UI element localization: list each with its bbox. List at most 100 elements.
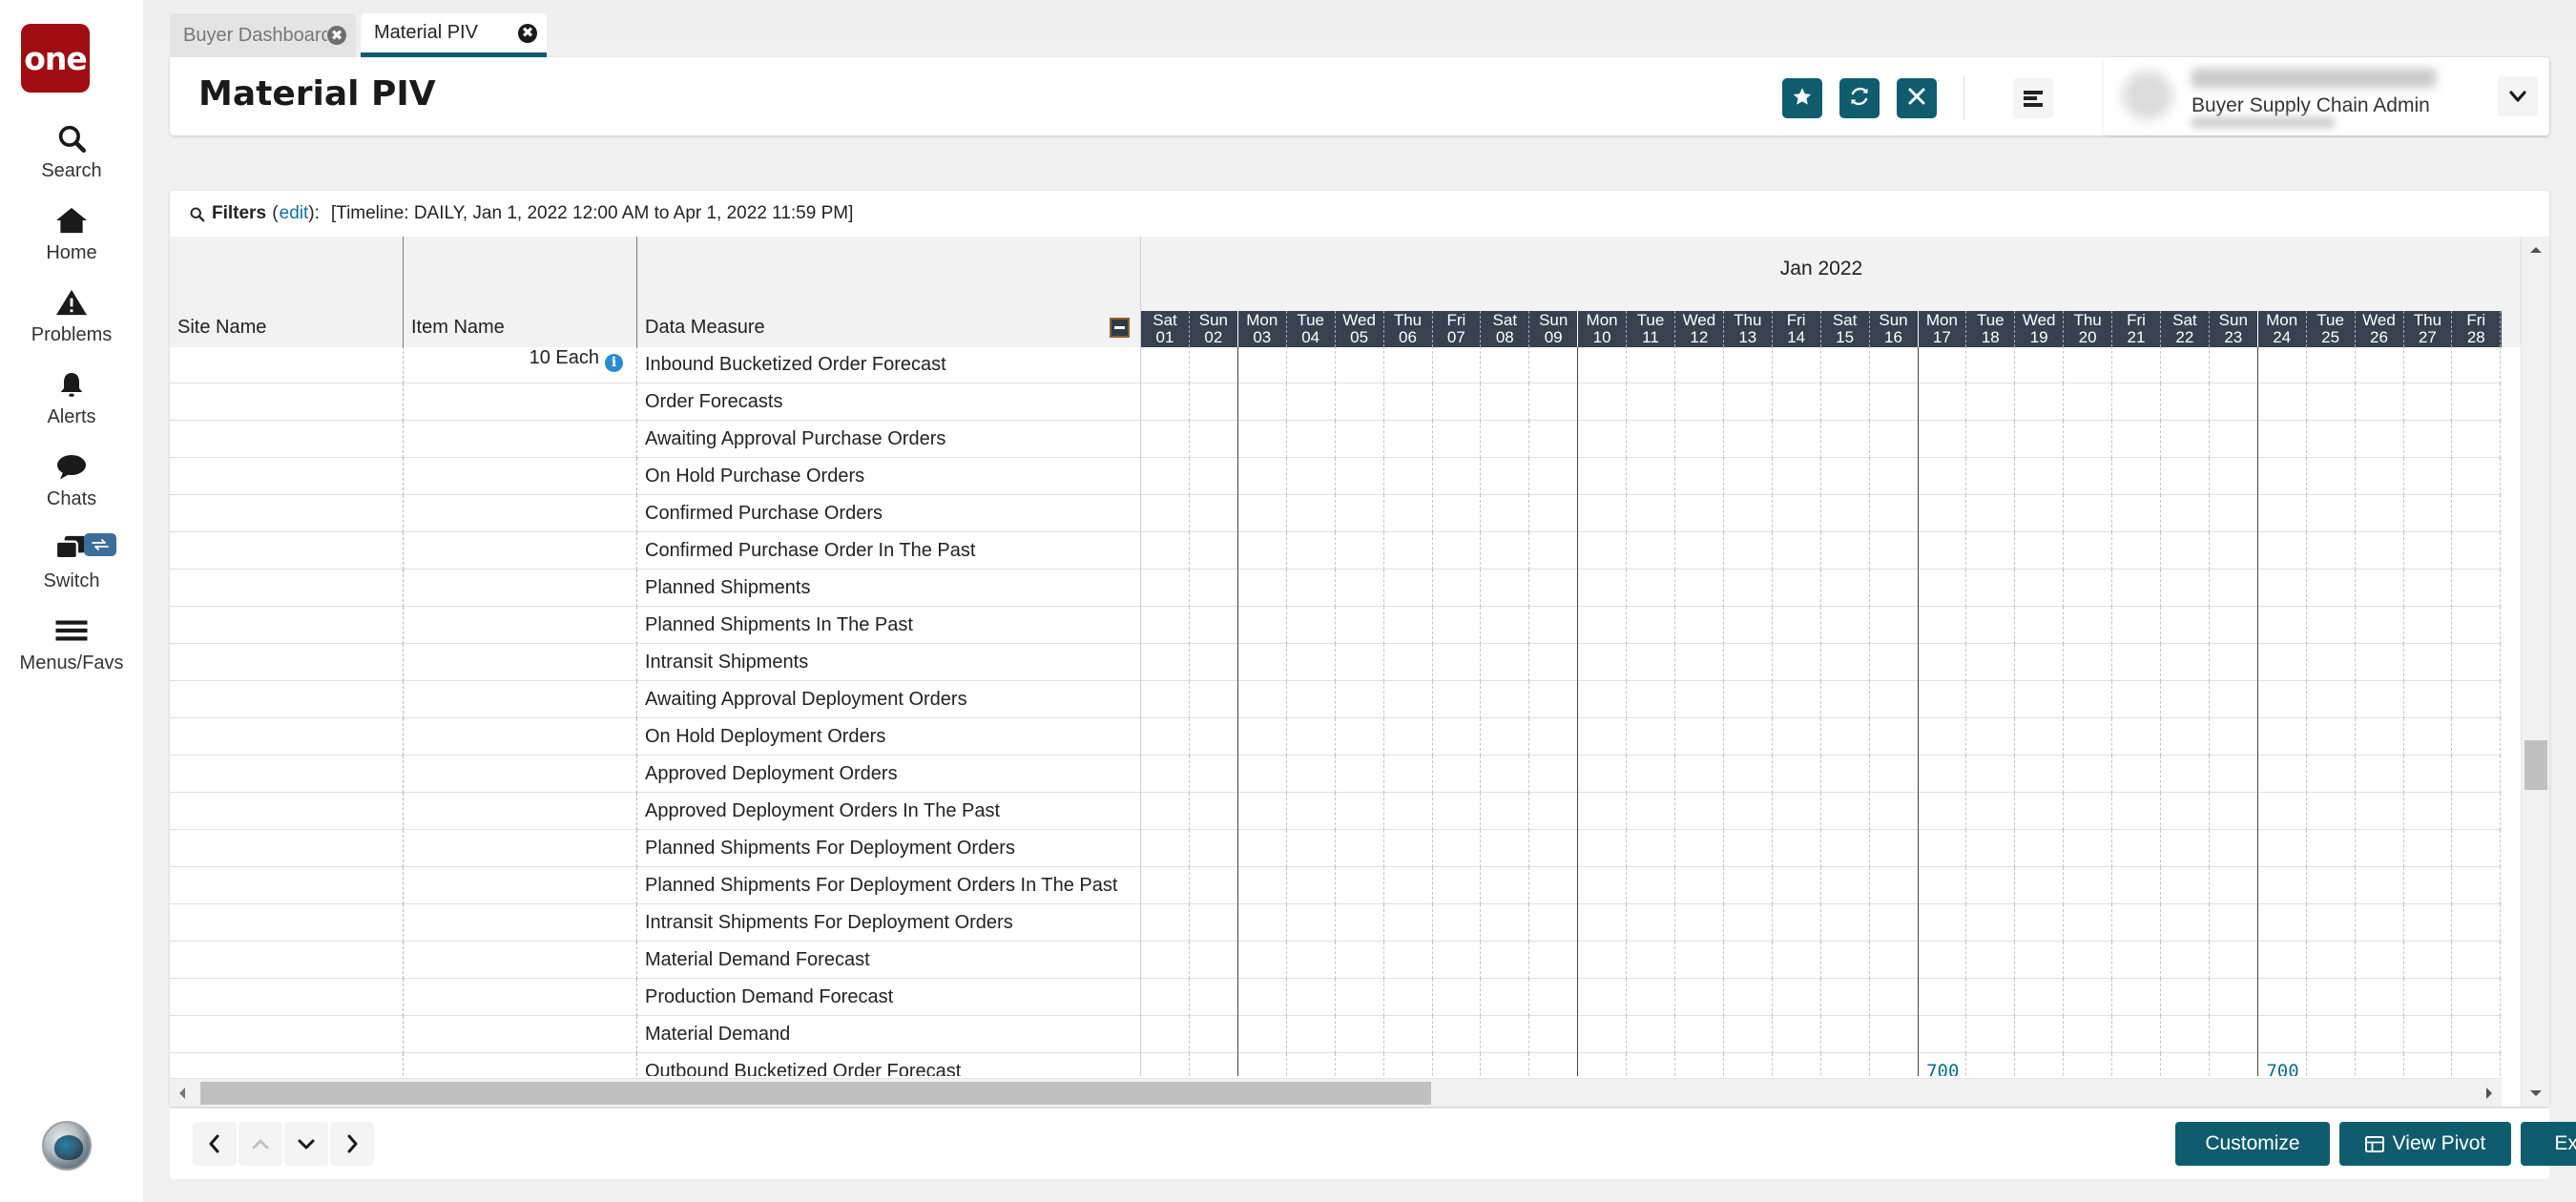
- cell-value[interactable]: [2356, 718, 2404, 756]
- cell-value[interactable]: [2452, 830, 2502, 867]
- cell-value[interactable]: [2112, 1016, 2161, 1053]
- cell-value[interactable]: [1675, 681, 1724, 718]
- table-row[interactable]: Confirmed Purchase Order In The Past: [170, 532, 2502, 570]
- cell-value[interactable]: [2403, 1016, 2453, 1053]
- cell-value[interactable]: [2403, 867, 2453, 904]
- cell-value[interactable]: [1627, 718, 1675, 756]
- cell-value[interactable]: [1384, 1016, 1433, 1053]
- cell-value[interactable]: [2161, 904, 2210, 942]
- cell-value[interactable]: [1384, 607, 1433, 644]
- cell-value[interactable]: [2452, 793, 2502, 830]
- cell-value[interactable]: [1773, 1016, 1821, 1053]
- cell-value[interactable]: [2452, 904, 2502, 942]
- cell-value[interactable]: [1966, 979, 2016, 1016]
- cell-value[interactable]: [1141, 1016, 1190, 1053]
- cell-value[interactable]: [1821, 383, 1870, 421]
- sidebar-item-home[interactable]: Home: [0, 201, 143, 283]
- cell-value[interactable]: [2210, 942, 2258, 979]
- cell-value[interactable]: [1384, 421, 1433, 458]
- cell-value[interactable]: [1918, 904, 1967, 942]
- cell-value[interactable]: [2403, 495, 2453, 532]
- swap-arrows-icon[interactable]: [84, 533, 116, 556]
- table-row[interactable]: Confirmed Purchase Orders: [170, 495, 2502, 532]
- cell-value[interactable]: [2356, 942, 2404, 979]
- day-header-10[interactable]: Mon 10: [1578, 311, 1628, 347]
- cell-value[interactable]: [1190, 681, 1238, 718]
- cell-value[interactable]: [1821, 458, 1870, 495]
- cell-value[interactable]: [2064, 867, 2113, 904]
- cell-value[interactable]: [1724, 942, 1773, 979]
- cell-value[interactable]: [1966, 1053, 2016, 1076]
- cell-value[interactable]: [1238, 867, 1287, 904]
- column-header-data-measure[interactable]: Data Measure: [637, 237, 1141, 347]
- cell-value[interactable]: [1724, 458, 1773, 495]
- cell-value[interactable]: [1773, 942, 1821, 979]
- cell-value[interactable]: [2015, 383, 2065, 421]
- cell-value[interactable]: [2403, 904, 2453, 942]
- cell-value[interactable]: [2452, 495, 2502, 532]
- cell-value[interactable]: [1918, 793, 1967, 830]
- cell-value[interactable]: [1773, 644, 1821, 681]
- cell-value[interactable]: [1773, 979, 1821, 1016]
- cell-value[interactable]: [2161, 1053, 2210, 1076]
- cell-value[interactable]: [2161, 718, 2210, 756]
- cell-value[interactable]: [1384, 979, 1433, 1016]
- cell-value[interactable]: [2112, 347, 2161, 383]
- cell-value[interactable]: [1529, 1016, 1579, 1053]
- sidebar-item-menus-favs[interactable]: Menus/Favs: [0, 611, 143, 694]
- cell-value[interactable]: [1773, 383, 1821, 421]
- cell-value[interactable]: [1627, 495, 1675, 532]
- cell-value[interactable]: [2112, 570, 2161, 607]
- table-row[interactable]: Planned Shipments In The Past: [170, 607, 2502, 644]
- cell-value[interactable]: [1675, 793, 1724, 830]
- cell-value[interactable]: [1966, 904, 2016, 942]
- cell-value[interactable]: [1966, 347, 2016, 383]
- cell-value[interactable]: [1190, 942, 1238, 979]
- cell-value[interactable]: [1627, 1016, 1675, 1053]
- cell-value[interactable]: [1336, 532, 1384, 570]
- user-avatar-rail[interactable]: [42, 1121, 92, 1171]
- cell-value[interactable]: [2015, 495, 2065, 532]
- cell-value[interactable]: [1773, 904, 1821, 942]
- cell-value[interactable]: [2258, 607, 2307, 644]
- cell-value[interactable]: [1821, 942, 1870, 979]
- cell-value[interactable]: [1238, 458, 1287, 495]
- cell-value[interactable]: [1918, 644, 1967, 681]
- cell-value[interactable]: [2064, 718, 2113, 756]
- cell-value[interactable]: [2112, 718, 2161, 756]
- cell-value[interactable]: [2452, 421, 2502, 458]
- cell-value[interactable]: [1773, 718, 1821, 756]
- cell-value[interactable]: [1870, 756, 1919, 793]
- cell-value[interactable]: [1432, 347, 1482, 383]
- cell-value[interactable]: [1432, 718, 1482, 756]
- cell-value[interactable]: [2210, 607, 2258, 644]
- cell-value[interactable]: [2112, 644, 2161, 681]
- cell-value[interactable]: [2112, 756, 2161, 793]
- cell-value[interactable]: [2307, 867, 2356, 904]
- cell-value[interactable]: [2064, 644, 2113, 681]
- cell-value[interactable]: [1966, 421, 2016, 458]
- cell-value[interactable]: [1870, 1053, 1919, 1076]
- cell-value[interactable]: [2452, 347, 2502, 383]
- cell-value[interactable]: [2210, 830, 2258, 867]
- cell-value[interactable]: [1481, 718, 1530, 756]
- cell-value[interactable]: [1773, 867, 1821, 904]
- down-button[interactable]: [284, 1122, 328, 1166]
- cell-value[interactable]: [1773, 1053, 1821, 1076]
- cell-value[interactable]: [2112, 904, 2161, 942]
- cell-value[interactable]: [1627, 1053, 1675, 1076]
- cell-value[interactable]: [2064, 458, 2113, 495]
- cell-value[interactable]: [2452, 570, 2502, 607]
- cell-value[interactable]: [1675, 1016, 1724, 1053]
- cell-value[interactable]: [2452, 1016, 2502, 1053]
- cell-value[interactable]: [1627, 942, 1675, 979]
- cell-value[interactable]: [2258, 867, 2307, 904]
- cell-value[interactable]: [1724, 681, 1773, 718]
- cell-value[interactable]: [1190, 644, 1238, 681]
- cell-value[interactable]: [2501, 383, 2502, 421]
- cell-value[interactable]: [1529, 904, 1579, 942]
- cell-value[interactable]: [1336, 570, 1384, 607]
- cell-value[interactable]: [2356, 793, 2404, 830]
- cell-value[interactable]: [2356, 904, 2404, 942]
- up-button[interactable]: [239, 1122, 282, 1166]
